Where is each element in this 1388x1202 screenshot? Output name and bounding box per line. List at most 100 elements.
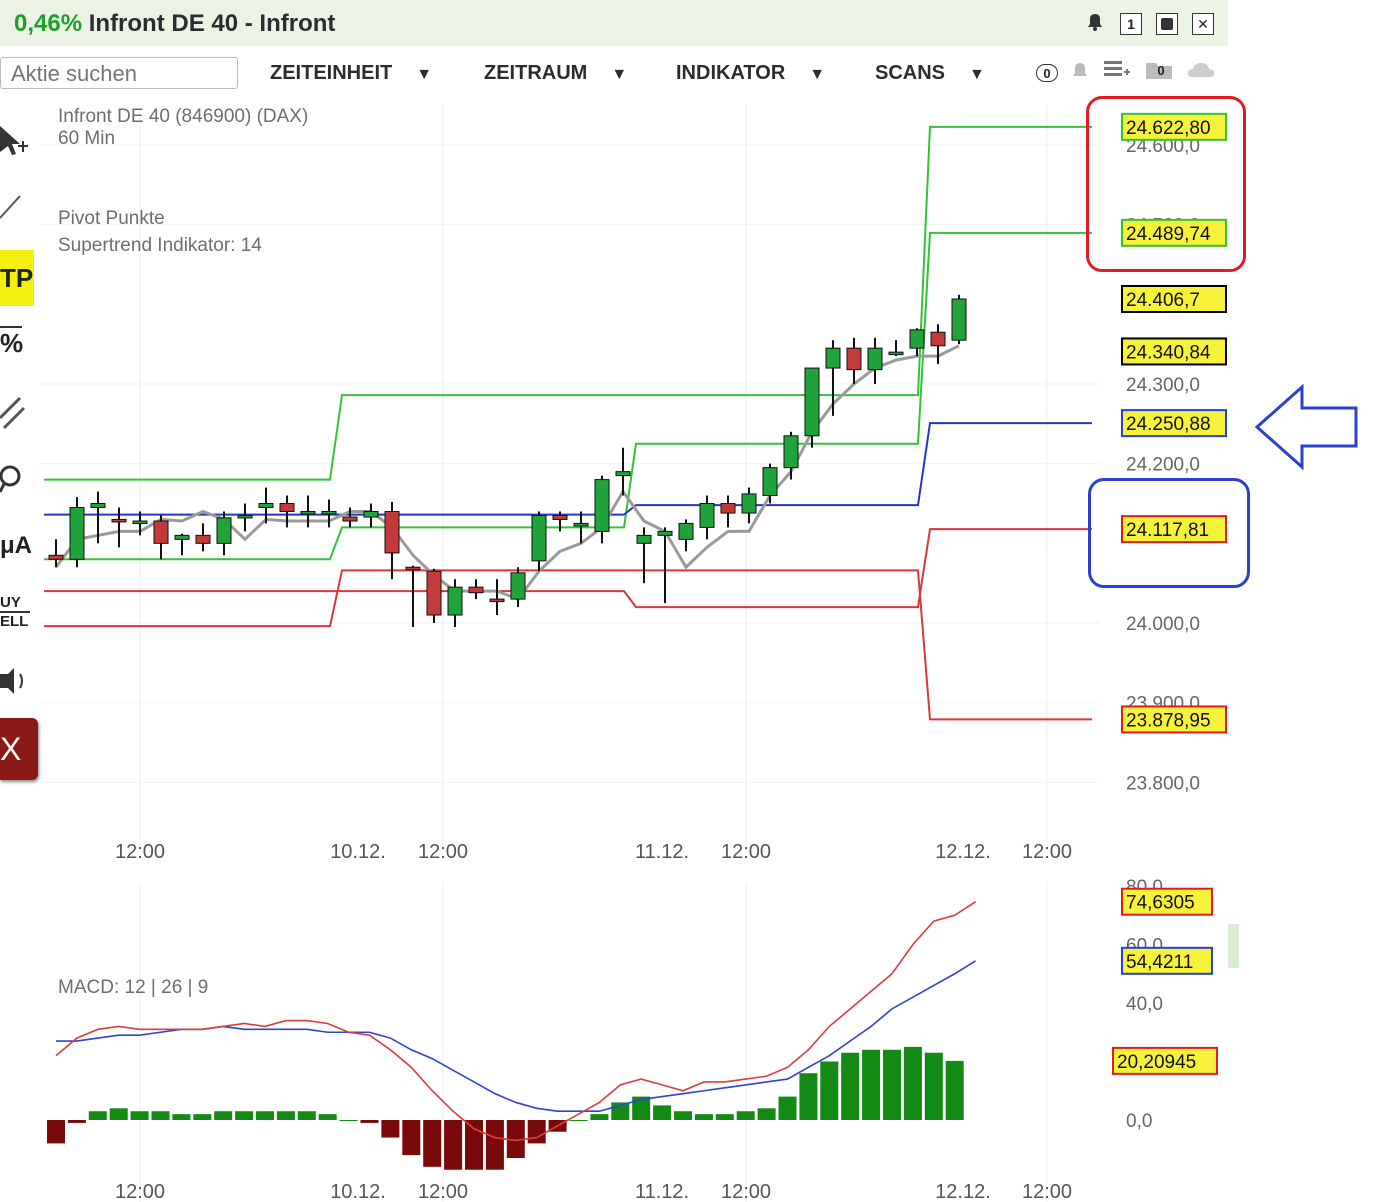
candle-body [195,534,211,544]
histogram-bar [67,1120,86,1123]
cloud-icon[interactable] [1186,59,1216,86]
histogram-bar [945,1060,964,1120]
histogram-bar [694,1114,713,1120]
candle-body [741,493,757,514]
candle-body [321,510,337,515]
candle-body [279,503,295,512]
candle [531,511,547,572]
candle [510,567,526,608]
y-tick-label: 24.200,0 [1126,455,1200,476]
candle [258,487,274,524]
search-input[interactable] [0,57,238,89]
interval-legend: 60 Min [58,128,116,149]
candlesticks [48,294,967,627]
close-window-icon[interactable]: ✕ [1192,12,1214,35]
macd-panel: 80,060,040,00,074,630554,421120,20945 [47,877,1218,1170]
histogram-bar [883,1049,901,1120]
instrument-legend: Infront DE 40 (846900) (DAX) [58,106,309,127]
pivot-legend: Pivot Punkte [58,208,165,229]
candle [384,501,400,580]
restore-window-icon[interactable] [1156,12,1178,35]
y-tick-label: 24.000,0 [1126,614,1200,635]
chevron-down-icon: ▼ [809,66,826,83]
candle-body [699,503,715,528]
x-tick-label: 12:00 [1022,841,1072,863]
histogram-bar [465,1120,483,1170]
candle [195,523,211,552]
scrollbar-handle[interactable] [1228,924,1239,968]
candle-body [132,520,148,525]
x-tick-label: 12:00 [418,1181,468,1202]
candle [615,447,631,496]
bell-icon[interactable] [1070,59,1090,86]
candle-body [636,534,652,544]
candle-body [447,586,463,616]
candle [867,337,883,384]
pivot-line-p [44,422,1092,516]
macd-value-label: 54,4211 [1126,952,1193,973]
candle [951,294,967,345]
alarm-bell-icon[interactable] [1084,10,1106,37]
chart-grid [40,104,1100,1202]
candle [636,527,652,584]
histogram-bar [903,1046,922,1120]
x-tick-label: 12:00 [721,1181,771,1202]
candle [111,507,127,548]
y-tick-label: 23.800,0 [1126,773,1200,794]
histogram-bar [757,1108,776,1120]
candle [594,475,610,544]
window-controls: 1 ✕ [1084,10,1214,37]
x-tick-label: 11.12. [635,1181,689,1202]
candle [783,431,799,480]
candle [930,324,946,365]
histogram-bar [109,1108,128,1120]
window-number-icon[interactable]: 1 [1120,12,1142,35]
candle [825,340,841,416]
price-label: 24.340,84 [1126,342,1211,363]
menu-indikator[interactable]: INDIKATOR ▼ [676,62,825,85]
histogram-bar [276,1111,295,1120]
highlight-box-blue [1088,478,1250,588]
histogram-bar [339,1120,358,1121]
candle [279,495,295,528]
candle [405,565,421,627]
candle [216,511,232,556]
histogram-bar [256,1111,274,1120]
histogram-bar [381,1120,400,1138]
candle-body [363,510,379,518]
histogram-bar [444,1120,463,1170]
candle-body [930,331,946,347]
instrument-title: Infront DE 40 - Infront [88,10,336,37]
watchlist-add-icon[interactable] [1102,58,1132,87]
candle-body [468,586,484,594]
menu-zeiteinheit[interactable]: ZEITEINHEIT ▼ [270,62,432,85]
x-tick-label: 10.12. [330,1181,386,1202]
alarm-count-badge: 0 [1036,63,1058,82]
candle-body [720,503,736,514]
menu-zeitraum[interactable]: ZEITRAUM ▼ [484,62,627,85]
candle-body [762,467,778,497]
histogram-bar [214,1111,233,1120]
menu-scans[interactable]: SCANS ▼ [875,62,985,85]
supertrend-legend: Supertrend Indikator: 14 [58,235,262,256]
pivot-line-s2 [44,569,1092,721]
candle [699,495,715,540]
histogram-bar [778,1096,797,1120]
macd-y-tick: 40,0 [1126,994,1163,1015]
highlight-box-red [1086,96,1246,272]
candle [888,340,904,357]
candle-body [384,510,400,554]
histogram-bar [485,1120,504,1170]
x-tick-label: 12:00 [418,841,468,863]
candle-body [69,506,85,560]
candle [174,533,190,556]
histogram-bar [88,1111,107,1120]
chevron-down-icon: ▼ [969,66,985,83]
candle-body [90,503,106,508]
folder-icon[interactable]: 0 [1144,59,1174,86]
histogram-bar [527,1120,546,1144]
chart-area[interactable]: 24.600,024.500,024.300,024.200,024.000,0… [0,104,1228,1202]
histogram-bar [47,1120,65,1144]
x-tick-label: 12.12. [935,1181,991,1202]
histogram-bar [402,1120,421,1156]
